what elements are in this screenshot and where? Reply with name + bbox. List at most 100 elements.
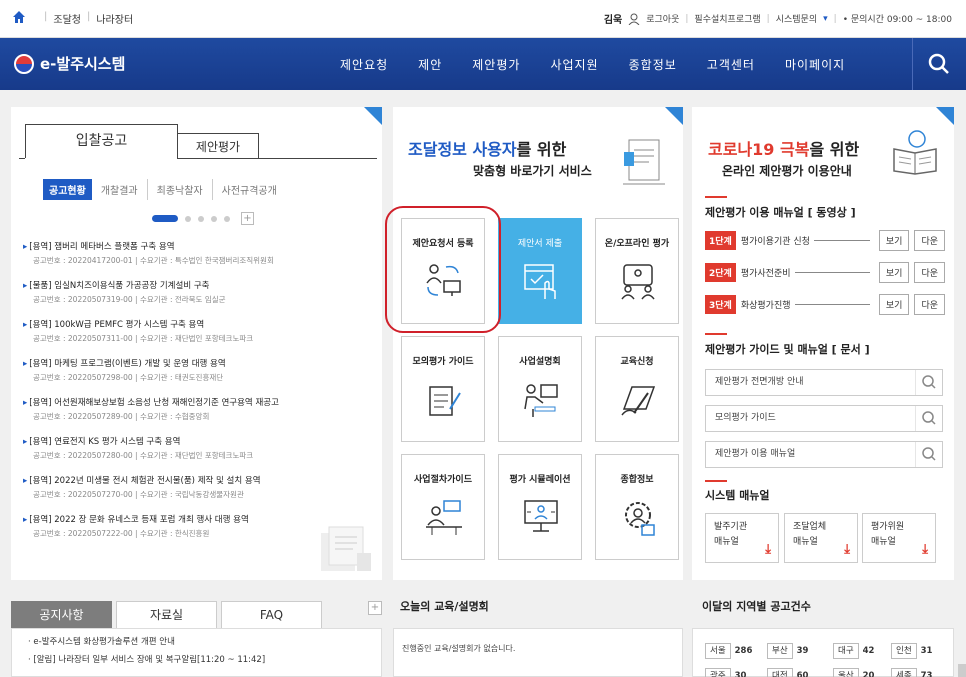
notice-item[interactable]: [용역] 100kW급 PEMFC 평가 시스템 구축 용역공고번호 : 202… — [23, 318, 373, 344]
cell-mock-evaluation-guide[interactable]: 모의평가 가이드 — [401, 336, 485, 442]
education-box: 진행중인 교육/설명회가 없습니다. — [393, 628, 683, 677]
book-lightbulb-icon — [893, 130, 937, 175]
search-button[interactable] — [912, 38, 966, 90]
required-programs-link[interactable]: 필수설치프로그램 — [694, 12, 760, 25]
tab-faq[interactable]: FAQ — [221, 601, 322, 629]
notice-item[interactable]: [용역] 잼버리 메타버스 플랫폼 구축 용역공고번호 : 2022041720… — [23, 240, 373, 266]
download-button[interactable]: 다운 — [914, 294, 945, 315]
notice-meta: 공고번호 : 20220417200-01 | 수요기관 : 특수법인 한국잼버… — [33, 256, 274, 265]
step-badge: 3단계 — [705, 295, 736, 314]
pager-dot[interactable] — [198, 215, 204, 222]
region-item[interactable]: 부산 39 — [767, 643, 808, 659]
user-utility: 김욱 로그아웃 | 필수설치프로그램 | 시스템문의 ▾ | • 문의시간 09… — [604, 11, 952, 26]
cell-business-briefing[interactable]: 사업설명회 — [498, 336, 582, 442]
step-row: 3단계 화상평가진행 보기 다운 — [705, 294, 945, 315]
nav-business-support[interactable]: 사업지원 — [550, 56, 598, 73]
notice-item[interactable]: [용역] 마케팅 프로그램(이벤트) 개발 및 운영 대행 용역공고번호 : 2… — [23, 357, 373, 383]
home-icon[interactable] — [12, 10, 26, 24]
more-plus-icon[interactable]: + — [241, 212, 254, 225]
region-item[interactable]: 울산 20 — [833, 668, 874, 677]
pager-active[interactable] — [152, 215, 178, 222]
region-item[interactable]: 대전 60 — [767, 668, 808, 677]
notice-title[interactable]: [용역] 어선원재해보상보험 소음성 난청 재해인정기준 연구용역 재공고 — [23, 396, 373, 408]
cell-proposal-submit[interactable]: 제안서 제출 — [498, 218, 582, 324]
view-button[interactable]: 보기 — [878, 230, 910, 251]
subtab-notice-status[interactable]: 공고현황 — [43, 179, 92, 200]
doc-link[interactable]: 모의평가 가이드 — [705, 405, 943, 432]
region-item[interactable]: 인천 31 — [891, 643, 932, 659]
region-item[interactable]: 서울 286 — [705, 643, 752, 659]
cell-general-info[interactable]: 종합정보 — [595, 454, 679, 560]
view-button[interactable]: 보기 — [878, 262, 910, 283]
doc-guide-title: 제안평가 가이드 및 매뉴얼 [ 문서 ] — [705, 343, 870, 356]
tab-notice[interactable]: 공지사항 — [11, 601, 112, 629]
subtab-pre-spec[interactable]: 사전규격공개 — [211, 179, 286, 200]
notice-title[interactable]: [용역] 100kW급 PEMFC 평가 시스템 구축 용역 — [23, 318, 373, 330]
board-item[interactable]: · e-발주시스템 화상평가솔루션 개편 안내 — [28, 635, 381, 647]
gear-person-icon — [625, 502, 655, 536]
system-manual-title: 시스템 매뉴얼 — [705, 489, 770, 502]
notice-title[interactable]: [용역] 잼버리 메타버스 플랫폼 구축 용역 — [23, 240, 373, 252]
cell-education-apply[interactable]: 교육신청 — [595, 336, 679, 442]
tab-resources[interactable]: 자료실 — [116, 601, 217, 629]
notice-item[interactable]: [용역] 연료전지 KS 평가 시스템 구축 용역공고번호 : 20220507… — [23, 435, 373, 461]
notice-title[interactable]: [물품] 임실N치즈이용식품 가공공장 기계설비 구축 — [23, 279, 373, 291]
download-icon: ⤓ — [765, 542, 771, 557]
nav-proposal-evaluation[interactable]: 제안평가 — [472, 56, 520, 73]
download-button[interactable]: 다운 — [914, 230, 945, 251]
pager-dot[interactable] — [185, 215, 191, 222]
search-icon — [915, 406, 936, 431]
notice-title[interactable]: [용역] 2022 장 문화 유네스코 등재 포럼 개최 행사 대행 용역 — [23, 513, 373, 525]
region-item[interactable]: 광주 30 — [705, 668, 746, 677]
document-illustration-icon — [321, 526, 371, 571]
board-item[interactable]: · [알림] 나라장터 일부 서비스 장애 및 복구알림[11:20 ~ 11:… — [28, 653, 381, 665]
notice-title[interactable]: [용역] 2022년 미생물 전시 체험관 전시물(품) 제작 및 설치 용역 — [23, 474, 373, 486]
notice-title[interactable]: [용역] 마케팅 프로그램(이벤트) 개발 및 운영 대행 용역 — [23, 357, 373, 369]
site-logo[interactable]: e-발주시스템 — [14, 53, 125, 74]
notice-item[interactable]: [용역] 2022년 미생물 전시 체험관 전시물(품) 제작 및 설치 용역공… — [23, 474, 373, 500]
nav-general-info[interactable]: 종합정보 — [629, 56, 677, 73]
doc-link[interactable]: 제안평가 이용 매뉴얼 — [705, 441, 943, 468]
pager-dot[interactable] — [211, 215, 217, 222]
cell-evaluation-simulation[interactable]: 평가 시뮬레이션 — [498, 454, 582, 560]
system-inquiry-link[interactable]: 시스템문의 — [776, 12, 817, 25]
subtab-final-winner[interactable]: 최종낙찰자 — [146, 179, 212, 200]
more-plus-icon[interactable]: + — [368, 601, 382, 615]
nav-proposal-request[interactable]: 제안요청 — [340, 56, 388, 73]
cell-business-process-guide[interactable]: 사업절차가이드 — [401, 454, 485, 560]
tab-bid-notice[interactable]: 입찰공고 — [25, 124, 178, 158]
search-icon — [915, 370, 936, 395]
tab-proposal-evaluation[interactable]: 제안평가 — [177, 133, 259, 159]
doc-link[interactable]: 제안평가 전면개방 안내 — [705, 369, 943, 396]
view-button[interactable]: 보기 — [878, 294, 910, 315]
logout-link[interactable]: 로그아웃 — [646, 12, 679, 25]
scrollbar[interactable] — [958, 664, 966, 677]
download-icon: ⤓ — [844, 542, 850, 557]
service-title: 조달정보 사용자를 위한 — [408, 140, 567, 159]
notice-meta: 공고번호 : 20220507280-00 | 수요기관 : 재단법인 포항테크… — [33, 451, 254, 460]
nav-my-page[interactable]: 마이페이지 — [785, 56, 845, 73]
service-subtitle: 맞춤형 바로가기 서비스 — [473, 164, 592, 178]
notice-meta: 공고번호 : 20220507270-00 | 수요기관 : 국립낙동강생물자원… — [33, 490, 244, 499]
nav-customer-center[interactable]: 고객센터 — [707, 56, 755, 73]
subtab-opening-result[interactable]: 개찰결과 — [92, 179, 147, 200]
cell-online-offline-evaluation[interactable]: 온/오프라인 평가 — [595, 218, 679, 324]
manual-supplier-button[interactable]: 조달업체 매뉴얼 ⤓ — [784, 513, 858, 563]
notice-item[interactable]: [물품] 임실N치즈이용식품 가공공장 기계설비 구축공고번호 : 202205… — [23, 279, 373, 305]
chevron-down-icon[interactable]: ▾ — [823, 14, 828, 24]
notice-item[interactable]: [용역] 어선원재해보상보험 소음성 난청 재해인정기준 연구용역 재공고공고번… — [23, 396, 373, 422]
notice-meta: 공고번호 : 20220507311-00 | 수요기관 : 재단법인 포항테크… — [33, 334, 254, 343]
download-button[interactable]: 다운 — [914, 262, 945, 283]
link-g2b[interactable]: 나라장터 — [96, 11, 133, 26]
user-icon — [628, 13, 640, 25]
notice-title[interactable]: [용역] 연료전지 KS 평가 시스템 구축 용역 — [23, 435, 373, 447]
pager-dot[interactable] — [224, 215, 230, 222]
region-item[interactable]: 세종 73 — [891, 668, 932, 677]
region-item[interactable]: 대구 42 — [833, 643, 874, 659]
nav-proposal[interactable]: 제안 — [418, 56, 442, 73]
link-pps[interactable]: 조달청 — [53, 11, 81, 26]
manual-evaluator-button[interactable]: 평가위원 매뉴얼 ⤓ — [862, 513, 936, 563]
bid-notice-panel: 입찰공고 제안평가 공고현황 개찰결과 최종낙찰자 사전규격공개 + [용역] … — [11, 107, 382, 580]
step-badge: 1단계 — [705, 231, 736, 250]
manual-agency-button[interactable]: 발주기관 매뉴얼 ⤓ — [705, 513, 779, 563]
